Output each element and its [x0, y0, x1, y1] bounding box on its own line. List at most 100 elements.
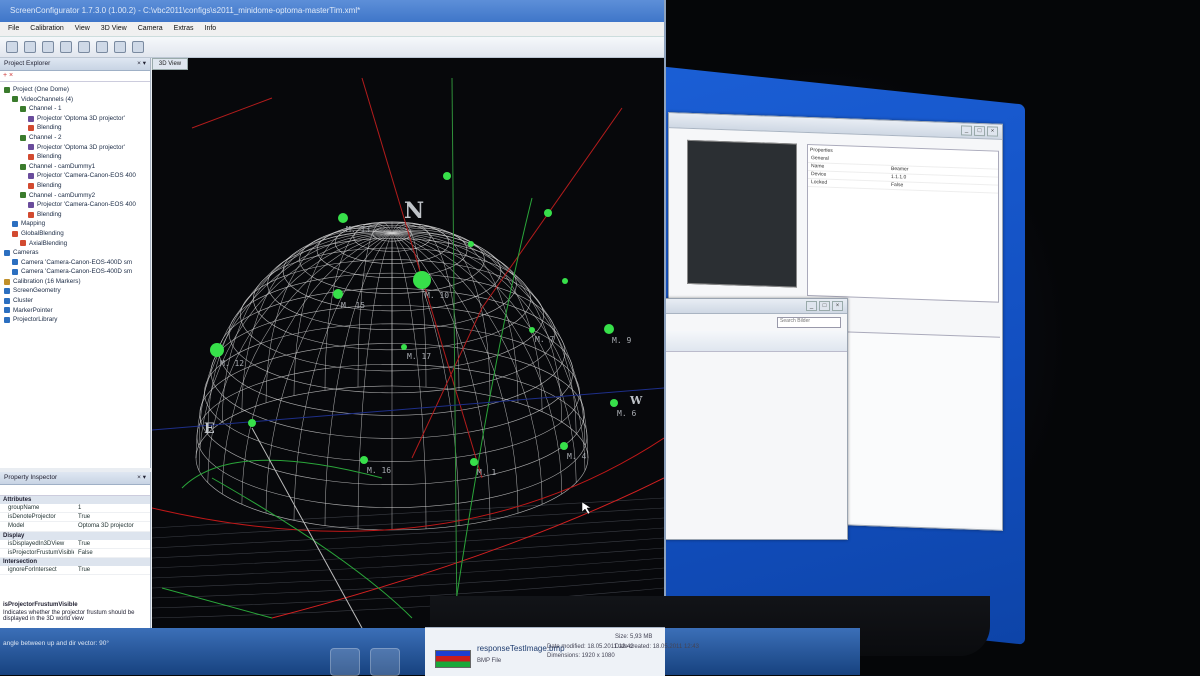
tree-item[interactable]: Cluster — [0, 296, 150, 306]
tree-item-label: ProjectorLibrary — [13, 316, 58, 324]
tree-item[interactable]: MarkerPointer — [0, 306, 150, 316]
tree-item[interactable]: Calibration (16 Markers) — [0, 277, 150, 287]
explorer-window[interactable]: _ □ × Search Bilder — [660, 298, 848, 540]
tree-item-label: VideoChannels (4) — [21, 95, 74, 103]
property-category[interactable]: Intersection — [0, 557, 150, 566]
project-tree: Project (One Dome) VideoChannels (4) Chann… — [0, 82, 150, 325]
explorer-window-titlebar[interactable]: _ □ × — [661, 299, 847, 314]
property-value[interactable]: Optoma 3D projector — [74, 522, 150, 530]
channel-icon — [20, 134, 26, 141]
blending-icon — [12, 230, 18, 237]
camera-tool-icon[interactable] — [114, 41, 126, 53]
property-row[interactable]: Model Optoma 3D projector — [0, 522, 150, 532]
maximize-icon[interactable]: □ — [819, 301, 830, 311]
tree-item[interactable]: Blending — [0, 152, 150, 162]
menu-info[interactable]: Info — [205, 22, 217, 36]
property-row[interactable]: isDisplayedIn3DView True — [0, 540, 150, 549]
tree-item[interactable]: ScreenGeometry — [0, 286, 150, 296]
minimize-icon[interactable]: _ — [806, 301, 817, 311]
close-panel-icon[interactable]: × ▾ — [137, 58, 146, 70]
property-key: isDenoteProjector — [8, 514, 56, 521]
tab-3d-view[interactable]: 3D View — [152, 58, 188, 70]
tree-item[interactable]: Cameras — [0, 248, 150, 258]
dome-scene[interactable]: N E W M. 12 M. 10 M. 15 M. 16 M. 1 M. 4 M. 6 M. 9 M… — [152, 58, 664, 640]
tree-item[interactable]: Camera 'Camera-Canon-EOS-400D sm — [0, 258, 150, 268]
taskbar-button-2[interactable] — [370, 648, 400, 676]
floor-grid-line — [152, 537, 664, 569]
tree-item[interactable]: Projector 'Camera-Canon-EOS 400 — [0, 200, 150, 210]
taskbar-button-1[interactable] — [330, 648, 360, 676]
undo-icon[interactable] — [60, 41, 72, 53]
blending-icon — [28, 211, 34, 218]
maximize-icon[interactable]: □ — [974, 125, 985, 137]
property-value[interactable]: True — [74, 566, 150, 574]
screen-configurator-window[interactable]: ScreenConfigurator 1.7.3.0 (1.00.2) - C:… — [0, 0, 666, 640]
property-value[interactable]: False — [74, 549, 150, 557]
close-panel-icon[interactable]: × ▾ — [137, 472, 146, 484]
tree-item[interactable]: Channel - camDummy2 — [0, 191, 150, 201]
property-row[interactable]: ignoreForIntersect True — [0, 566, 150, 576]
folder-icon — [12, 96, 18, 103]
tree-item-label: Camera 'Camera-Canon-EOS-400D sm — [21, 268, 133, 276]
property-inspector-panel: Property Inspector × ▾ Attributes groupNam… — [0, 472, 151, 640]
tree-item[interactable]: Mapping — [0, 219, 150, 229]
3d-viewport[interactable]: 3D View N E W M. 12 M. 10 M. 15 M. 16 M. 1 M. 4 M… — [152, 58, 664, 640]
tree-item[interactable]: Channel - 2 — [0, 133, 150, 143]
tree-item[interactable]: GlobalBlending — [0, 229, 150, 239]
property-category[interactable]: Attributes — [0, 496, 150, 504]
property-key: isDisplayedIn3DView — [8, 540, 65, 547]
tree-item[interactable]: Channel - 1 — [0, 104, 150, 114]
property-row[interactable]: isDenoteProjector True — [0, 513, 150, 523]
tree-item-label: Project (One Dome) — [13, 86, 69, 93]
dome-meridian — [198, 232, 393, 446]
settings-icon[interactable] — [132, 41, 144, 53]
tree-item[interactable]: VideoChannels (4) — [0, 95, 150, 105]
camera-icon — [12, 259, 18, 266]
tree-item[interactable]: Projector 'Optoma 3D projector' — [0, 143, 150, 153]
menu-view[interactable]: View — [75, 22, 90, 36]
marker-label: M. 17 — [407, 352, 431, 361]
description-title: isProjectorFrustumVisible — [3, 602, 78, 608]
tree-item[interactable]: Channel - camDummy1 — [0, 162, 150, 172]
calibration-marker — [529, 327, 535, 333]
channel-icon — [20, 163, 26, 170]
menu-calibration[interactable]: Calibration — [30, 22, 63, 36]
menu-extras[interactable]: Extras — [174, 22, 194, 36]
redo-icon[interactable] — [78, 41, 90, 53]
tree-item[interactable]: Blending — [0, 123, 150, 133]
menu-file[interactable]: File — [8, 22, 19, 36]
tree-item[interactable]: Camera 'Camera-Canon-EOS-400D sm — [0, 267, 150, 277]
tree-item[interactable]: Blending — [0, 210, 150, 220]
compass-west-label: W — [629, 394, 643, 407]
tree-item[interactable]: Projector 'Optoma 3D projector' — [0, 114, 150, 124]
property-value[interactable]: True — [74, 513, 150, 521]
tree-item[interactable]: ProjectorLibrary — [0, 315, 150, 325]
save-icon[interactable] — [42, 41, 54, 53]
tree-item[interactable]: Projector 'Camera-Canon-EOS 400 — [0, 171, 150, 181]
property-row[interactable]: isProjectorFrustumVisible False — [0, 549, 150, 558]
property-category[interactable]: Display — [0, 531, 150, 540]
properties-key: Locked — [811, 179, 828, 186]
window-titlebar[interactable]: ScreenConfigurator 1.7.3.0 (1.00.2) - C:… — [0, 0, 664, 22]
property-grid: Attributes groupName 1 isDenoteProjector Tru… — [0, 496, 150, 576]
property-value[interactable]: True — [74, 540, 150, 548]
compass-north-label: N — [404, 198, 424, 224]
tree-item[interactable]: AxialBlending — [0, 239, 150, 249]
close-icon[interactable]: × — [987, 126, 998, 137]
pointer-icon[interactable] — [96, 41, 108, 53]
tree-item[interactable]: Blending — [0, 181, 150, 191]
tree-item-label: Blending — [37, 181, 62, 189]
property-value[interactable]: 1 — [74, 504, 150, 512]
menu-camera[interactable]: Camera — [138, 22, 163, 36]
close-icon[interactable]: × — [832, 301, 843, 311]
projector-icon — [28, 173, 34, 180]
menu-3d-view[interactable]: 3D View — [101, 22, 127, 36]
search-input[interactable]: Search Bilder — [777, 317, 841, 328]
tree-item[interactable]: Project (One Dome) — [0, 85, 150, 95]
project-explorer-title: Project Explorer × ▾ — [0, 58, 150, 71]
new-file-icon[interactable] — [6, 41, 18, 53]
minimize-icon[interactable]: _ — [961, 125, 972, 136]
property-row[interactable]: groupName 1 — [0, 504, 150, 514]
preview-pane — [687, 139, 797, 288]
open-folder-icon[interactable] — [24, 41, 36, 53]
